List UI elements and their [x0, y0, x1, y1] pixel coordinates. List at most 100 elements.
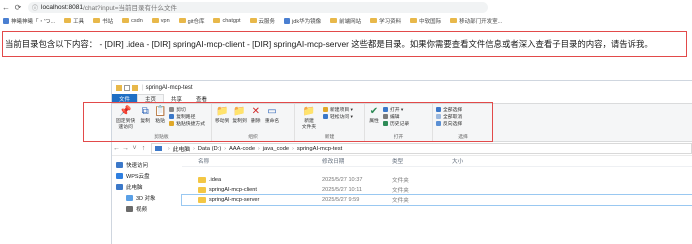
bookmark-item[interactable]: 神曦神曦「・'つ...	[3, 17, 55, 25]
invert-selection-button[interactable]: 反向选择	[436, 120, 462, 127]
breadcrumb-item[interactable]: AAA-code	[229, 146, 255, 152]
move-to-button[interactable]: 📁 移动到	[215, 106, 229, 125]
reload-icon[interactable]: ⟳	[12, 1, 24, 13]
this-pc-icon	[155, 146, 162, 151]
copy-path-button[interactable]: 复制路径	[169, 113, 205, 120]
bookmark-item[interactable]: 前端网站	[330, 17, 361, 25]
folder-icon	[151, 18, 159, 23]
file-list: 名称 修改日期 类型 大小 .idea 2025/5/27 10:37 文件夹 spr…	[181, 156, 692, 244]
bookmark-item[interactable]: csdn	[122, 18, 143, 24]
open-button[interactable]: 打开 ▾	[383, 106, 409, 113]
select-group: 全部选择 全部取消 反向选择 选择	[433, 104, 493, 141]
file-row[interactable]: springAI-mcp-client 2025/5/27 10:11 文件夹	[182, 185, 692, 195]
folder-icon	[198, 187, 206, 193]
address-bar[interactable]: ⓘ localhost:8081 /chat?input=当前目录有什么文件	[28, 1, 488, 13]
file-row[interactable]: .idea 2025/5/27 10:37 文件夹	[182, 175, 692, 185]
new-folder-button[interactable]: 📁 新建 文件夹	[298, 106, 320, 130]
bookmark-item[interactable]: chatgpt	[213, 18, 241, 24]
bookmark-label: csdn	[131, 17, 143, 24]
folder-icon	[370, 18, 378, 23]
back-icon[interactable]: ←	[112, 145, 121, 152]
window-title: springAI-mcp-test	[145, 84, 193, 91]
tab-home[interactable]: 主页	[137, 94, 165, 103]
breadcrumb-item[interactable]: java_code	[263, 146, 289, 152]
rename-button[interactable]: ▭ 重命名	[265, 106, 279, 125]
folder-icon	[178, 18, 186, 23]
bookmark-label: 书站	[102, 18, 114, 25]
tab-share[interactable]: 共享	[164, 94, 189, 103]
pin-quick-access-button[interactable]: 📌 固定到快速访问	[115, 106, 136, 130]
breadcrumb-item[interactable]: Data (D:)	[198, 146, 222, 152]
up-icon[interactable]: ↑	[139, 145, 148, 152]
pin-icon: 📌	[119, 106, 132, 117]
bookmark-item[interactable]: 学习资料	[370, 17, 401, 25]
folder-icon	[122, 18, 130, 23]
bookmark-item[interactable]: jdk华为镜像	[284, 17, 321, 25]
column-date[interactable]: 修改日期	[314, 157, 384, 165]
easy-access-button[interactable]: 轻松访问 ▾	[323, 113, 353, 120]
sidebar-item[interactable]: 快速访问	[112, 159, 182, 170]
column-size[interactable]: 大小	[444, 157, 504, 165]
tab-file[interactable]: 文件	[112, 94, 138, 103]
file-type: 文件夹	[392, 178, 409, 184]
bookmark-item[interactable]: 中软国际	[410, 17, 441, 25]
folder-icon	[64, 18, 72, 23]
select-all-button[interactable]: 全部选择	[436, 106, 462, 113]
column-name[interactable]: 名称	[182, 157, 314, 165]
tab-view[interactable]: 查看	[189, 94, 214, 103]
chevron-right-icon[interactable]: ›	[193, 146, 195, 152]
bookmark-item[interactable]: git仓库	[178, 17, 204, 25]
folder-icon	[198, 197, 206, 203]
url-path: /chat?input=当前目录有什么文件	[82, 5, 178, 12]
sidebar-item-icon	[116, 183, 123, 190]
copy-to-icon: 📁	[233, 106, 246, 117]
sidebar-item-icon	[116, 161, 123, 168]
back-arrow-icon[interactable]: ←	[0, 1, 12, 13]
copy-to-button[interactable]: 📁 复制到	[232, 106, 246, 125]
copy-button[interactable]: ⧉ 复制	[139, 106, 151, 125]
file-name: springAI-mcp-server	[209, 197, 260, 203]
select-all-label: 全部选择	[443, 108, 463, 113]
chevron-right-icon[interactable]: ›	[258, 146, 260, 152]
sidebar-item-label: 快速访问	[126, 162, 149, 169]
bookmark-item[interactable]: 书站	[93, 17, 113, 25]
chevron-right-icon[interactable]: ›	[224, 146, 226, 152]
chevron-right-icon[interactable]: ›	[168, 146, 170, 152]
paste-shortcut-button[interactable]: 粘贴快捷方式	[169, 120, 205, 127]
select-none-button[interactable]: 全部取消	[436, 113, 462, 120]
site-info-icon[interactable]: ⓘ	[32, 3, 38, 12]
bookmark-label: 学习资料	[379, 18, 402, 25]
sidebar-item[interactable]: 此电脑	[112, 181, 182, 192]
paste-button[interactable]: 📋 粘贴	[154, 106, 166, 125]
chevron-right-icon[interactable]: ›	[292, 146, 294, 152]
file-name-cell: springAI-mcp-server	[182, 197, 314, 203]
sidebar-item[interactable]: WPS云盘	[112, 170, 182, 181]
properties-button[interactable]: ✔ 属性	[368, 106, 380, 125]
edit-button[interactable]: 编辑	[383, 113, 409, 120]
forward-icon[interactable]: →	[121, 145, 130, 152]
breadcrumb-item[interactable]: springAI-mcp-test	[297, 146, 342, 152]
column-type[interactable]: 类型	[384, 157, 444, 165]
delete-button[interactable]: ✕ 删除	[250, 106, 262, 125]
breadcrumb[interactable]: › 此电脑 › Data (D:) › AAA-code › java_code › spring…	[151, 143, 692, 154]
bookmark-item[interactable]: 云服务	[249, 17, 275, 25]
cut-button[interactable]: 剪切	[169, 106, 205, 113]
properties-icon[interactable]	[124, 84, 130, 91]
file-row[interactable]: springAI-mcp-server 2025/5/27 9:59 文件夹	[181, 194, 692, 206]
sidebar-item[interactable]: 3D 对象	[112, 192, 182, 203]
sidebar-item[interactable]: 视频	[112, 203, 182, 214]
bookmark-item[interactable]: vpn	[151, 18, 170, 24]
select-small-actions: 全部选择 全部取消 反向选择	[436, 106, 462, 127]
new-folder-icon[interactable]	[132, 84, 138, 91]
recent-dropdown-icon[interactable]: ˅	[130, 145, 139, 152]
bookmark-item[interactable]: 工具	[64, 17, 84, 25]
bookmark-item[interactable]: 移动部门开发室...	[450, 17, 502, 25]
folder-icon	[213, 18, 221, 23]
history-button[interactable]: 历史记录	[383, 120, 409, 127]
divider: |	[142, 84, 144, 91]
ribbon: 📌 固定到快速访问 ⧉ 复制 📋 粘贴 剪切 复制路径 粘贴快捷方式 剪贴板 📁…	[112, 104, 692, 142]
new-item-button[interactable]: 新建项目 ▾	[323, 106, 353, 113]
explorer-content: 快速访问 WPS云盘 此电脑 3D 对象 视频 名称 修改日期 类型 大小 .idea 2…	[112, 156, 692, 244]
bookmark-label: 神曦神曦「・'つ...	[11, 18, 56, 25]
breadcrumb-item[interactable]: 此电脑	[173, 144, 190, 153]
